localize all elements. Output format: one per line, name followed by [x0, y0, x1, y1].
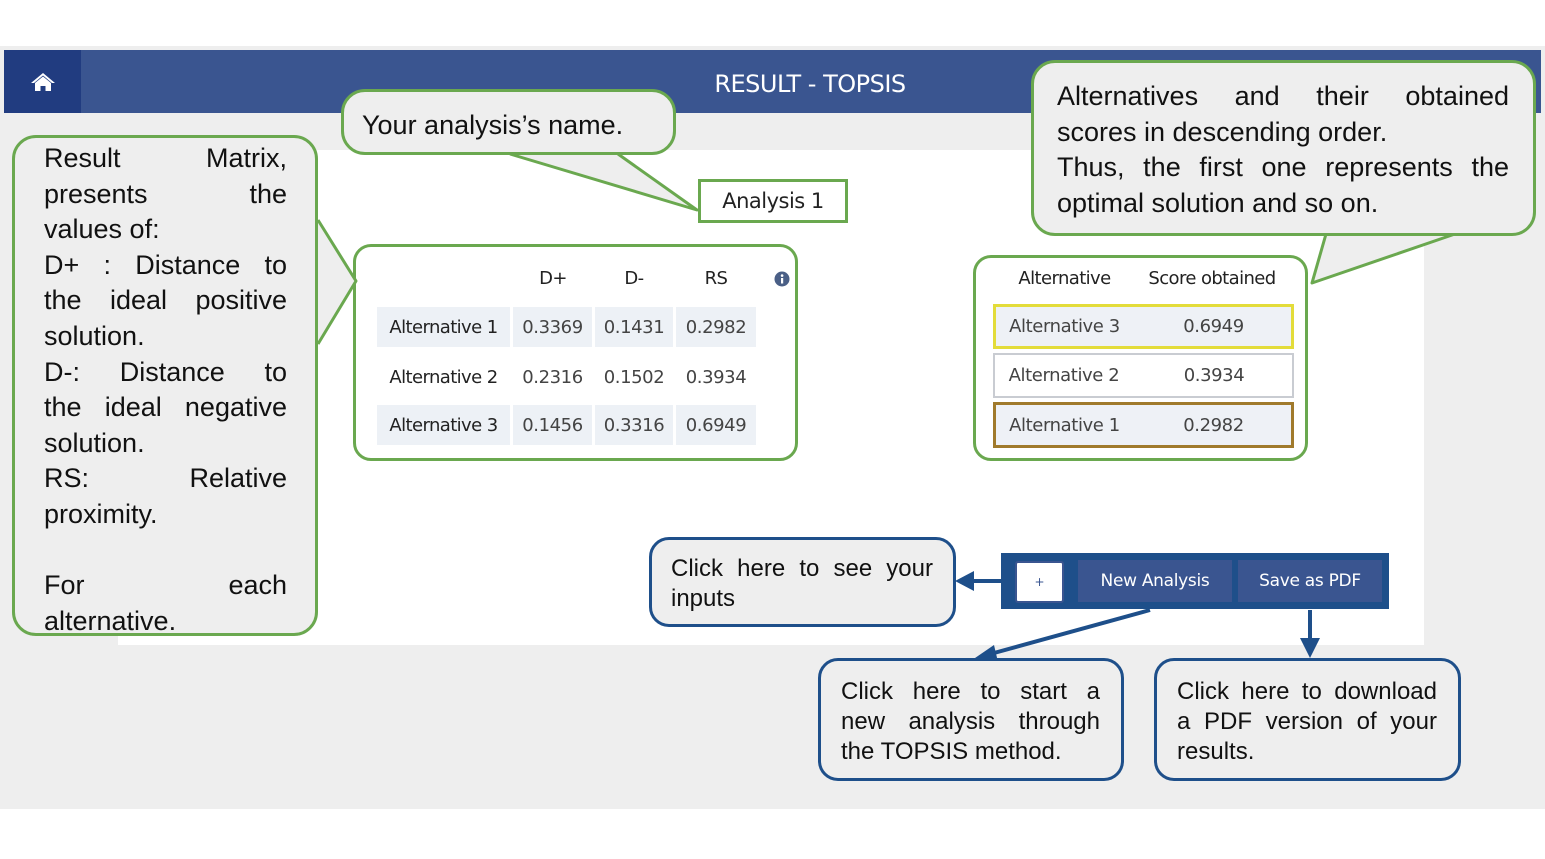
new-analysis-arrow-line	[993, 608, 1151, 655]
callout-line: inputs	[671, 585, 736, 612]
callout-line: solution.	[44, 427, 145, 458]
callout-line: Thus, the first one represents the	[1057, 152, 1509, 182]
callout-line: D+ : Distance to	[44, 249, 287, 280]
callout-line: proximity.	[44, 498, 158, 529]
ranking-callout: Alternatives and their obtained scores i…	[1031, 60, 1536, 236]
callout-line	[44, 533, 287, 569]
matrix-callout: Result Matrix, presents the values of: D…	[12, 135, 318, 636]
analysis-name-callout: Your analysis’s name.	[341, 89, 676, 155]
callout-line: a PDF version of your	[1177, 708, 1437, 735]
matrix-callout-tail	[316, 219, 358, 345]
callout-line: Alternatives and their obtained	[1057, 81, 1509, 111]
callout-line: values of:	[44, 214, 160, 245]
callout-line: RS: Relative	[44, 463, 287, 494]
callout-line: new analysis through	[841, 708, 1100, 735]
callout-line: the TOPSIS method.	[841, 738, 1062, 765]
callout-line: scores in descending order.	[1057, 116, 1388, 147]
pdf-callout: Click here to download a PDF version of …	[1154, 658, 1461, 781]
callout-line: For each	[44, 570, 287, 601]
analysis-name-callout-tail	[509, 152, 699, 212]
ranking-callout-tail	[1310, 232, 1456, 285]
callout-line: alternative.	[44, 605, 177, 636]
pdf-arrow-head	[1300, 638, 1320, 658]
callout-line: D-: Distance to	[44, 356, 287, 387]
callout-line: the ideal positive	[44, 285, 287, 316]
callout-line: Click here to see your	[671, 555, 933, 582]
callout-line: solution.	[44, 320, 145, 351]
callout-line: Result Matrix,	[44, 143, 287, 173]
callout-line: Click here to start a	[841, 678, 1100, 705]
callout-line: results.	[1177, 738, 1255, 765]
callout-line: optimal solution and so on.	[1057, 187, 1379, 218]
inputs-callout: Click here to see your inputs	[649, 537, 956, 627]
callout-line: the ideal negative	[44, 392, 287, 423]
callout-text: Your analysis’s name.	[362, 110, 624, 140]
callout-line: Click here to download	[1177, 678, 1437, 705]
inputs-arrow-head	[955, 571, 974, 591]
callout-line: presents the	[44, 178, 287, 209]
new-analysis-callout: Click here to start a new analysis throu…	[818, 658, 1124, 781]
